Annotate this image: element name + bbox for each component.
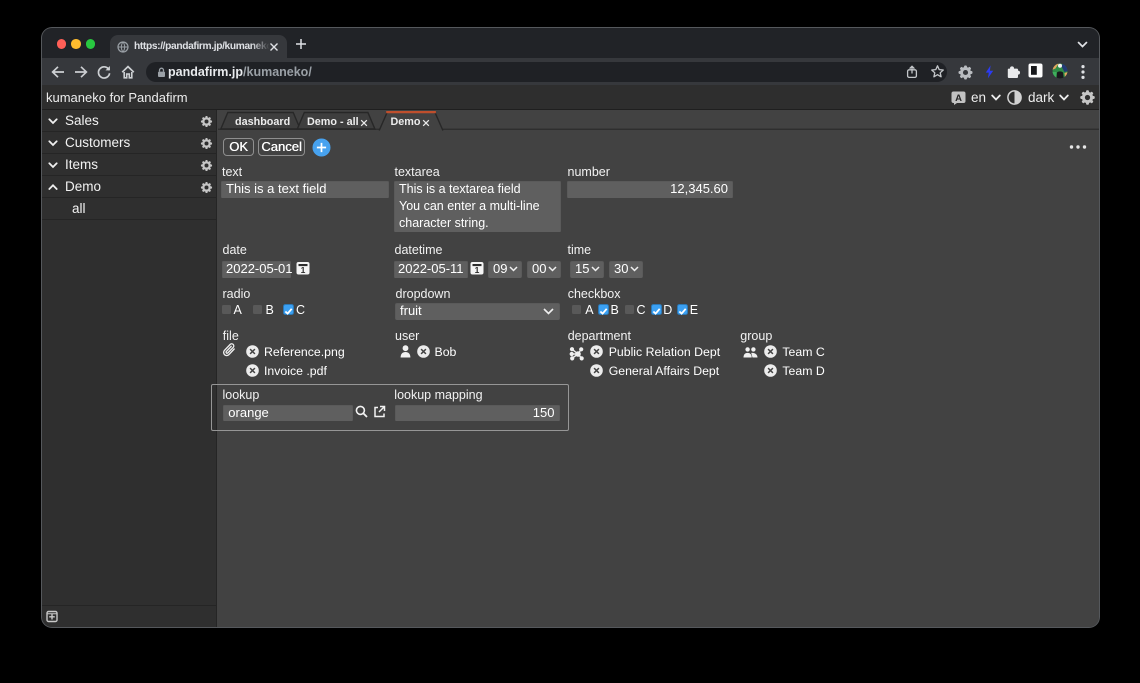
svg-text:1: 1 — [300, 265, 305, 275]
svg-text:A: A — [955, 93, 962, 104]
svg-text:1: 1 — [475, 265, 480, 275]
